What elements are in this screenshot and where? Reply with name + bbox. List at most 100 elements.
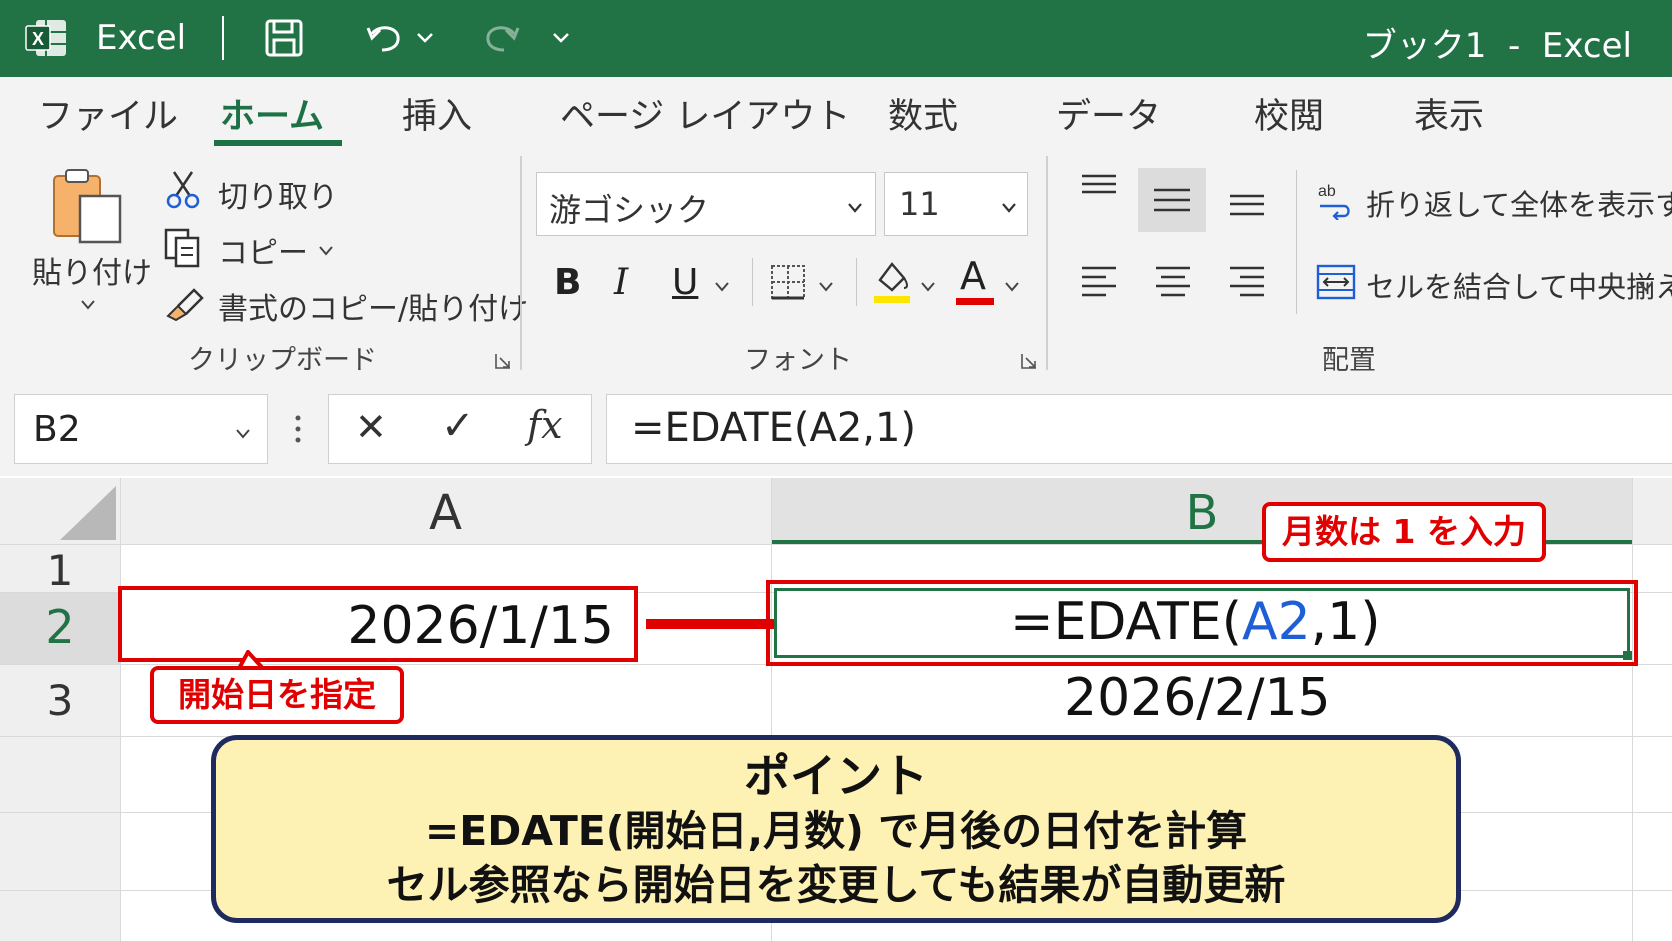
format-painter-label[interactable]: 書式のコピー/貼り付け bbox=[218, 284, 528, 328]
row-header-3[interactable]: 3 bbox=[0, 676, 120, 725]
alignment-group-label: 配置 bbox=[1322, 345, 1376, 376]
chevron-down-icon bbox=[235, 425, 251, 439]
ribbon-separator bbox=[520, 156, 522, 370]
wrap-text-icon[interactable]: ab bbox=[1316, 180, 1352, 221]
grid-line bbox=[120, 478, 121, 941]
cell-a2-highlight[interactable]: 2026/1/15 bbox=[118, 586, 638, 662]
start-date-callout: 開始日を指定 bbox=[150, 666, 404, 724]
cancel-icon[interactable]: ✕ bbox=[355, 405, 387, 449]
font-size-dropdown[interactable]: 11 bbox=[884, 172, 1028, 236]
tab-view[interactable]: 表示 bbox=[1414, 88, 1484, 139]
formula-text: =EDATE(A2,1) bbox=[631, 405, 917, 451]
name-box-value: B2 bbox=[33, 409, 81, 450]
font-size-value: 11 bbox=[899, 185, 940, 223]
font-color-bar bbox=[956, 298, 994, 305]
merge-center-label[interactable]: セルを結合して中央揃え bbox=[1366, 264, 1672, 306]
fill-color-dropdown-icon[interactable] bbox=[920, 278, 936, 292]
select-all-button[interactable] bbox=[0, 478, 120, 544]
align-middle-icon[interactable] bbox=[1138, 168, 1206, 232]
app-name: Excel bbox=[96, 18, 187, 58]
column-header-a[interactable]: A bbox=[120, 478, 771, 544]
align-separator bbox=[1296, 170, 1297, 314]
borders-icon[interactable] bbox=[770, 264, 806, 300]
tab-formulas[interactable]: 数式 bbox=[888, 88, 958, 139]
align-bottom-icon[interactable] bbox=[1226, 186, 1268, 222]
font-group-label: フォント bbox=[744, 345, 852, 376]
borders-dropdown-icon[interactable] bbox=[818, 278, 834, 292]
formula-prefix: =EDATE( bbox=[1010, 592, 1242, 652]
tab-review[interactable]: 校閲 bbox=[1254, 88, 1324, 139]
bold-button[interactable]: B bbox=[554, 262, 581, 303]
save-icon[interactable] bbox=[264, 18, 304, 58]
font-separator bbox=[752, 258, 753, 306]
excel-logo-icon: X bbox=[24, 16, 68, 60]
font-launcher-icon[interactable] bbox=[1020, 352, 1038, 370]
quick-access-dropdown-icon[interactable] bbox=[552, 30, 570, 44]
window-title: ブック1 - Excel bbox=[1362, 26, 1632, 66]
wrap-text-label[interactable]: 折り返して全体を表示する bbox=[1366, 182, 1672, 224]
row-header-1[interactable]: 1 bbox=[0, 546, 120, 595]
title-bar: X Excel ブック1 - Excel bbox=[0, 0, 1672, 77]
paste-icon[interactable] bbox=[48, 166, 124, 244]
format-painter-icon[interactable] bbox=[164, 286, 204, 322]
tab-home[interactable]: ホーム bbox=[220, 88, 324, 139]
italic-button[interactable]: I bbox=[614, 262, 628, 303]
formula-input[interactable]: =EDATE(A2,1) bbox=[606, 394, 1672, 464]
cell-b3-value[interactable]: 2026/2/15 bbox=[1064, 668, 1331, 728]
clipboard-launcher-icon[interactable] bbox=[494, 352, 512, 370]
clipboard-group-label: クリップボード bbox=[188, 345, 377, 376]
formula-actions: ✕ ✓ fx bbox=[328, 394, 592, 464]
more-options-icon[interactable] bbox=[294, 414, 302, 444]
align-top-icon[interactable] bbox=[1078, 170, 1120, 206]
tab-insert[interactable]: 挿入 bbox=[402, 88, 472, 139]
enter-icon[interactable]: ✓ bbox=[441, 403, 475, 449]
insert-function-icon[interactable]: fx bbox=[527, 403, 563, 447]
formula-reference: A2 bbox=[1242, 592, 1311, 652]
fill-handle[interactable] bbox=[1623, 651, 1632, 660]
cell-b2-formula: =EDATE(A2,1) bbox=[1010, 592, 1381, 652]
name-box[interactable]: B2 bbox=[14, 394, 268, 464]
font-name-value: 游ゴシック bbox=[549, 191, 710, 229]
undo-dropdown-icon[interactable] bbox=[416, 30, 434, 44]
merge-center-icon[interactable] bbox=[1316, 262, 1356, 302]
ribbon-separator bbox=[1046, 156, 1048, 370]
redo-icon[interactable] bbox=[478, 20, 522, 56]
formula-suffix: ,1) bbox=[1310, 592, 1381, 652]
fill-color-icon[interactable] bbox=[872, 258, 912, 304]
underline-dropdown-icon[interactable] bbox=[714, 278, 730, 292]
point-line-1: =EDATE(開始日,月数) で月後の日付を計算 bbox=[424, 807, 1248, 855]
paste-dropdown-icon[interactable] bbox=[80, 296, 96, 310]
point-box: ポイント =EDATE(開始日,月数) で月後の日付を計算 セル参照なら開始日を… bbox=[211, 735, 1461, 923]
point-line-2: セル参照なら開始日を変更しても結果が自動更新 bbox=[386, 861, 1286, 909]
undo-icon[interactable] bbox=[364, 20, 408, 56]
copy-button-label[interactable]: コピー bbox=[218, 228, 308, 272]
paste-button-label[interactable]: 貼り付け bbox=[32, 248, 152, 292]
tab-page-layout[interactable]: ページ レイアウト bbox=[560, 88, 850, 139]
point-title: ポイント bbox=[744, 749, 928, 803]
tab-data[interactable]: データ bbox=[1056, 88, 1161, 139]
cell-b2-highlight[interactable]: =EDATE(A2,1) bbox=[766, 580, 1638, 666]
cell-a2-value: 2026/1/15 bbox=[347, 596, 614, 656]
align-left-icon[interactable] bbox=[1078, 262, 1120, 302]
align-center-icon[interactable] bbox=[1152, 262, 1194, 302]
font-name-dropdown[interactable]: 游ゴシック bbox=[536, 172, 876, 236]
font-separator bbox=[856, 258, 857, 306]
grid-line bbox=[1632, 478, 1633, 941]
font-color-dropdown-icon[interactable] bbox=[1004, 278, 1020, 292]
underline-button[interactable]: U bbox=[672, 262, 698, 303]
chevron-down-icon bbox=[1001, 199, 1017, 213]
cut-button-label[interactable]: 切り取り bbox=[218, 172, 338, 216]
svg-text:ab: ab bbox=[1318, 183, 1336, 200]
chevron-down-icon bbox=[847, 199, 863, 213]
font-color-button[interactable]: A bbox=[960, 254, 986, 298]
title-divider bbox=[222, 16, 224, 60]
copy-dropdown-icon[interactable] bbox=[318, 242, 334, 256]
scissors-icon[interactable] bbox=[166, 170, 200, 210]
tab-file[interactable]: ファイル bbox=[38, 88, 178, 139]
row-header-2[interactable]: 2 bbox=[0, 600, 120, 654]
align-right-icon[interactable] bbox=[1226, 262, 1268, 302]
months-callout: 月数は 1 を入力 bbox=[1262, 502, 1546, 562]
merge-dropdown-icon[interactable] bbox=[1638, 278, 1654, 292]
tab-home-underline bbox=[214, 140, 342, 146]
copy-icon[interactable] bbox=[164, 228, 202, 268]
